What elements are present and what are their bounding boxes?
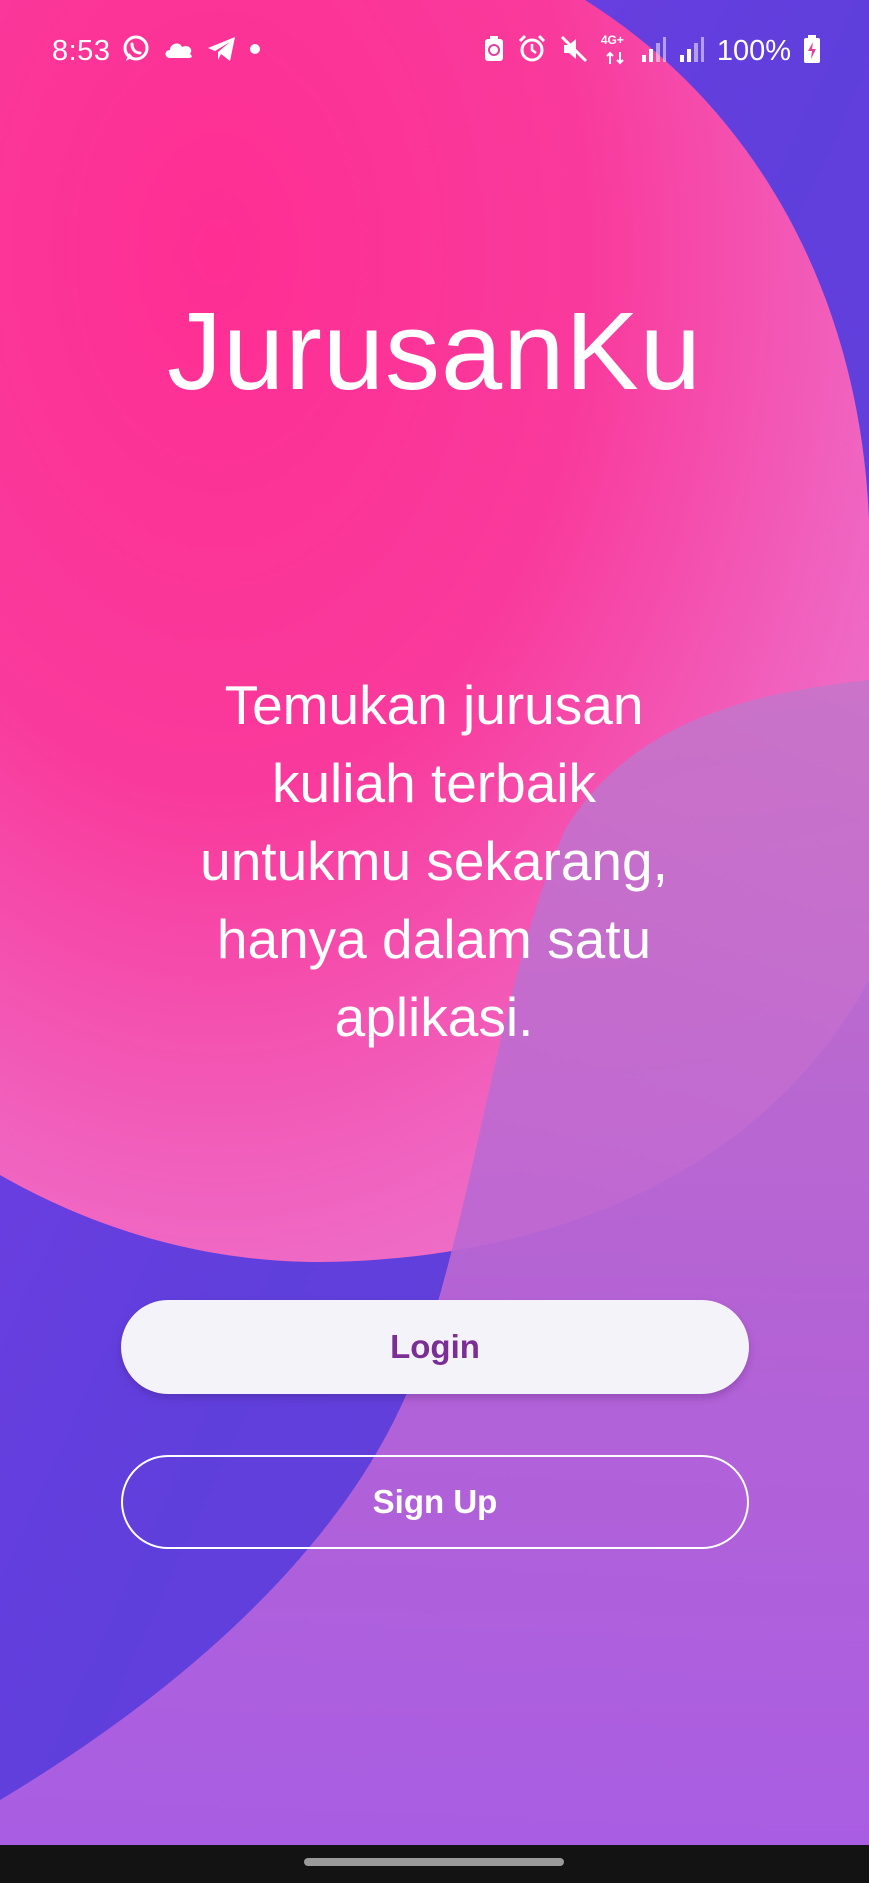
login-button[interactable]: Login [121,1300,749,1394]
status-bar: 8:53 4G+ 100% [0,0,869,100]
tagline: Temukan jurusan kuliah terbaik untukmu s… [134,666,734,1056]
tagline-line: kuliah terbaik [271,752,597,814]
tagline-line: Temukan jurusan [224,674,644,736]
network-label: 4G+ [600,33,624,47]
navigation-bar [0,1845,869,1883]
signal-icon [679,35,705,68]
tagline-line: hanya dalam satu [216,908,652,970]
app-title: JurusanKu [167,290,702,413]
tagline-line: aplikasi. [334,986,534,1048]
signup-button[interactable]: Sign Up [121,1455,749,1549]
tagline-line: untukmu sekarang, [200,830,668,892]
dot-icon [248,42,262,61]
battery-saver-icon [483,35,505,68]
whatsapp-icon [120,33,152,70]
status-right: 4G+ 100% [483,33,821,69]
login-button-label: Login [390,1328,480,1365]
mute-icon [559,34,589,69]
battery-charging-icon [803,34,821,69]
status-left: 8:53 [52,33,262,69]
telegram-icon [206,35,238,68]
signal-icon [641,35,667,68]
signup-button-label: Sign Up [372,1483,498,1520]
cloud-icon [162,36,196,67]
home-gesture-handle[interactable] [304,1858,564,1866]
battery-percent: 100% [716,34,791,67]
network-4g-icon: 4G+ [601,33,629,69]
alarm-icon [517,34,547,69]
status-time: 8:53 [52,34,111,67]
